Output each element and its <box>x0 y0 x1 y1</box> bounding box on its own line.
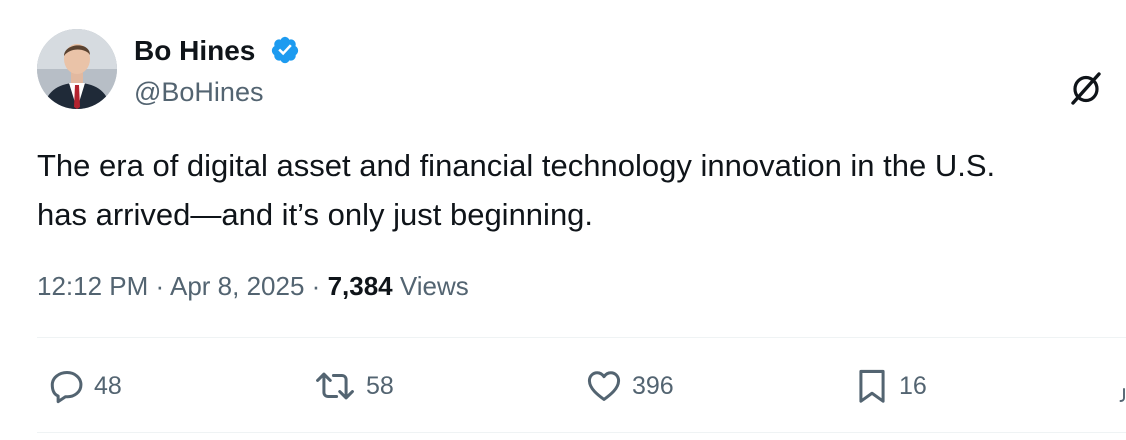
bookmark-icon <box>859 369 885 403</box>
tweet-text-line: has arrived—and it’s only just beginning… <box>37 197 594 232</box>
reply-count: 48 <box>94 371 122 400</box>
share-icon[interactable] <box>1118 388 1126 404</box>
tweet-time[interactable]: 12:12 PM <box>37 271 148 301</box>
like-count: 396 <box>632 371 674 400</box>
separator: · <box>311 271 321 301</box>
author-name[interactable]: Bo Hines <box>134 35 255 67</box>
views-label: Views <box>399 271 469 301</box>
views-count: 7,384 <box>327 271 393 301</box>
verified-badge-icon <box>271 36 299 64</box>
divider <box>37 337 1126 338</box>
like-button[interactable]: 396 <box>584 366 674 406</box>
tweet-text-line: The era of digital asset and financial t… <box>37 148 996 183</box>
tweet-text: The era of digital asset and financial t… <box>37 141 1122 239</box>
bookmark-count: 16 <box>899 371 927 400</box>
retweet-button[interactable]: 58 <box>312 366 394 406</box>
tweet-card: Bo Hines @BoHines The era of digital ass… <box>0 0 1126 440</box>
heart-icon <box>587 371 621 401</box>
reply-icon <box>50 371 83 404</box>
retweet-count: 58 <box>366 371 394 400</box>
author-handle[interactable]: @BoHines <box>134 76 263 108</box>
retweet-icon <box>316 372 354 400</box>
avatar[interactable] <box>37 29 117 109</box>
tweet-metadata: 12:12 PM · Apr 8, 2025 · 7,384 Views <box>37 270 469 302</box>
divider <box>37 432 1126 433</box>
reply-button[interactable]: 48 <box>48 366 122 406</box>
avatar-image <box>37 29 117 109</box>
separator: · <box>155 271 165 301</box>
bookmark-button[interactable]: 16 <box>853 366 927 406</box>
tweet-date[interactable]: Apr 8, 2025 <box>170 271 304 301</box>
grok-icon[interactable] <box>1066 68 1106 108</box>
